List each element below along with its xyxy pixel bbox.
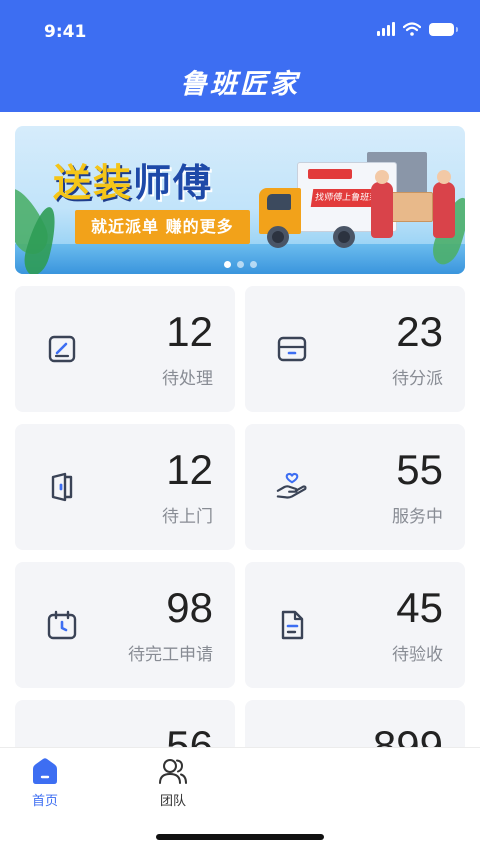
carton-box xyxy=(389,192,433,222)
card-label: 待上门 xyxy=(162,507,213,527)
card-count: 899 xyxy=(372,722,443,747)
door-icon xyxy=(45,470,79,504)
card-count: 23 xyxy=(396,308,443,355)
truck-window xyxy=(267,194,291,210)
card-in-service[interactable]: 55 服务中 xyxy=(245,424,465,550)
team-icon xyxy=(158,756,188,786)
card-label: 待处理 xyxy=(162,369,213,389)
tab-label: 首页 xyxy=(31,794,58,809)
inbox-icon xyxy=(275,332,309,366)
banner-ground xyxy=(15,244,465,274)
banner-pagination xyxy=(15,261,465,268)
status-time: 9:41 xyxy=(44,22,87,42)
truck-wheel xyxy=(267,226,289,248)
app-header: 9:41 鲁班匠家 xyxy=(0,0,480,112)
card-partial-left[interactable]: 56 xyxy=(15,700,235,747)
card-label: 待分派 xyxy=(392,369,443,389)
hand-heart-icon xyxy=(275,470,309,504)
card-count: 98 xyxy=(166,584,213,631)
card-completion-request[interactable]: 98 待完工申请 xyxy=(15,562,235,688)
mover-figure xyxy=(433,182,455,238)
card-label: 待完工申请 xyxy=(128,645,213,665)
main-content[interactable]: 送装师傅 就近派单 赚的更多 找师傅上鲁班到家 12 待处理 23 待分派 12… xyxy=(0,112,480,747)
card-count: 12 xyxy=(166,308,213,355)
app-title: 鲁班匠家 xyxy=(180,69,300,100)
status-icons xyxy=(377,22,458,36)
mover-head xyxy=(375,170,389,184)
banner-headline-blue: 师傅 xyxy=(133,161,214,205)
pagination-dot[interactable] xyxy=(223,261,231,268)
banner-headline: 送装师傅 xyxy=(53,152,213,207)
truck-logo xyxy=(308,169,352,179)
card-label: 待验收 xyxy=(392,645,443,665)
pagination-dot[interactable] xyxy=(236,261,244,268)
card-to-visit[interactable]: 12 待上门 xyxy=(15,424,235,550)
card-label: 服务中 xyxy=(392,507,443,527)
card-count: 56 xyxy=(166,722,213,747)
card-partial-right[interactable]: 899 xyxy=(245,700,465,747)
tab-label: 团队 xyxy=(159,794,186,809)
tab-team[interactable]: 团队 xyxy=(138,756,208,809)
pagination-dot[interactable] xyxy=(249,261,257,268)
edit-icon xyxy=(45,332,79,366)
card-to-assign[interactable]: 23 待分派 xyxy=(245,286,465,412)
calendar-clock-icon xyxy=(45,608,79,642)
banner-ribbon: 就近派单 赚的更多 xyxy=(65,210,260,244)
home-icon xyxy=(30,756,60,786)
truck-wheel xyxy=(333,226,355,248)
card-pending[interactable]: 12 待处理 xyxy=(15,286,235,412)
document-icon xyxy=(275,608,309,642)
tab-home[interactable]: 首页 xyxy=(10,756,80,809)
battery-icon xyxy=(429,22,458,36)
card-count: 45 xyxy=(396,584,443,631)
home-indicator[interactable] xyxy=(156,834,324,840)
card-count: 55 xyxy=(396,446,443,493)
cellular-signal-icon xyxy=(377,22,395,36)
card-to-accept[interactable]: 45 待验收 xyxy=(245,562,465,688)
promo-banner[interactable]: 送装师傅 就近派单 赚的更多 找师傅上鲁班到家 xyxy=(15,126,465,274)
mover-head xyxy=(437,170,451,184)
card-count: 12 xyxy=(166,446,213,493)
banner-headline-yellow: 送装 xyxy=(53,161,134,205)
mover-figure xyxy=(371,182,393,238)
wifi-icon xyxy=(403,22,421,36)
